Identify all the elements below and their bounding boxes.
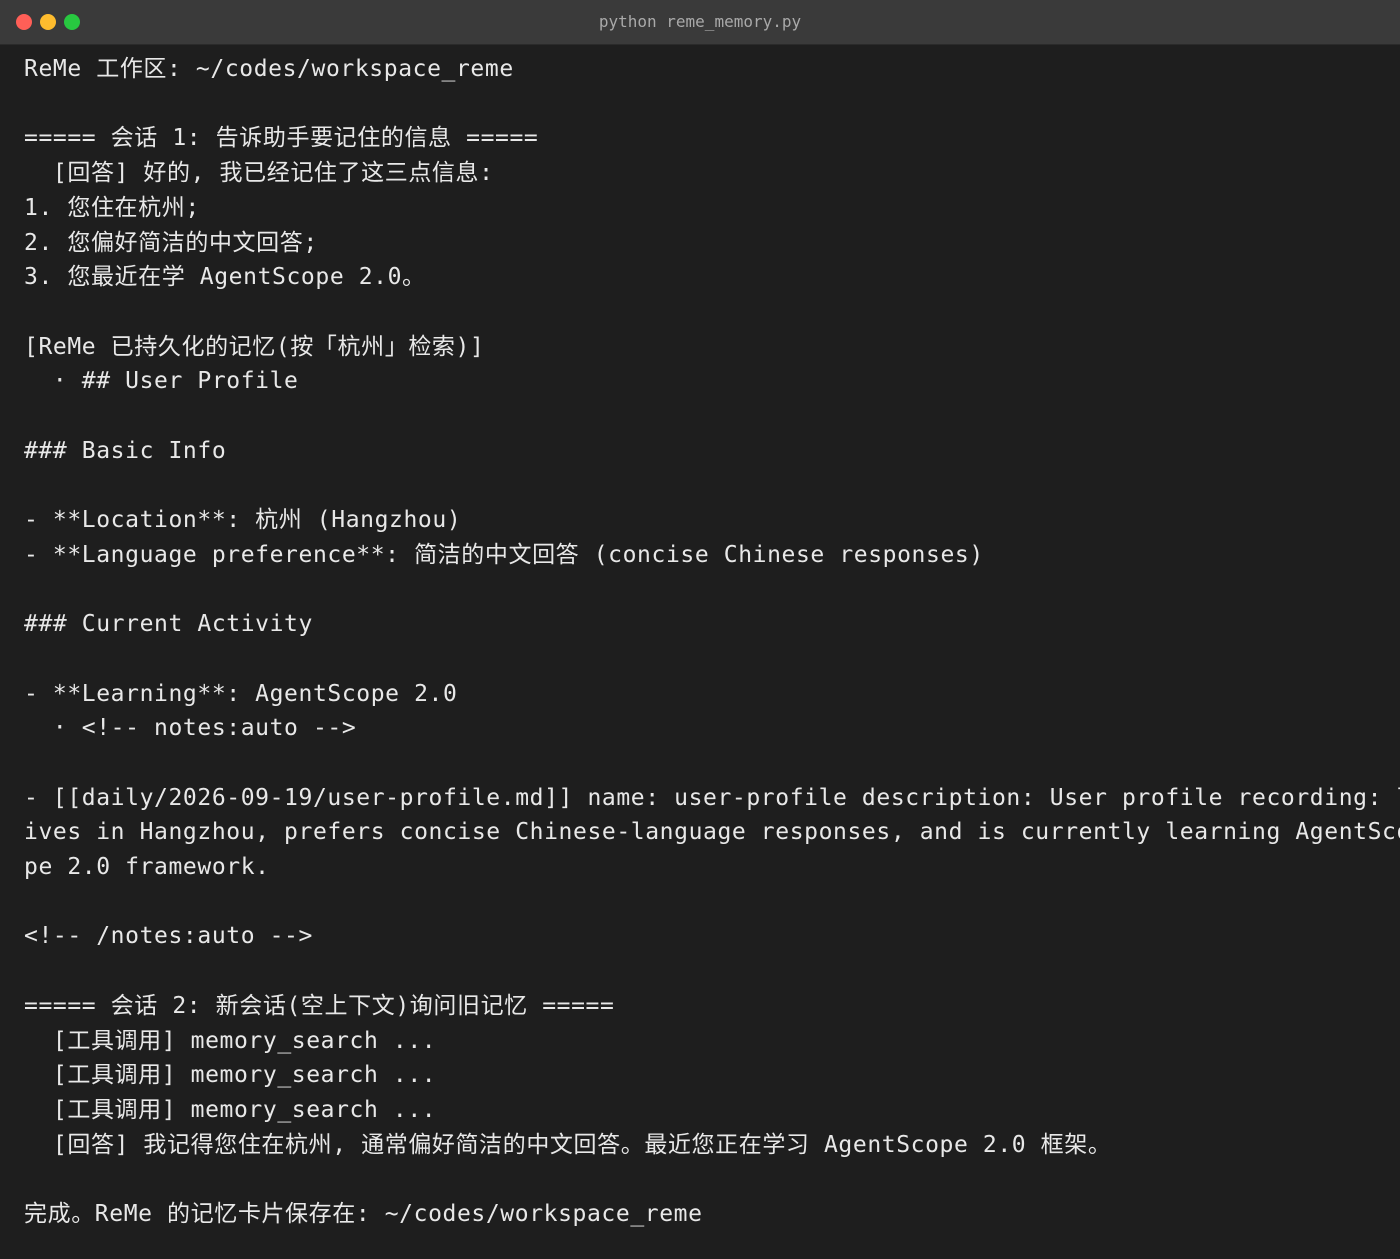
terminal-line: 3. 您最近在学 AgentScope 2.0。 (24, 264, 426, 291)
terminal-line: [工具调用] memory_search ... (24, 1062, 437, 1089)
terminal-line: · <!-- notes:auto --> (24, 715, 357, 742)
terminal-line: 2. 您偏好简洁的中文回答; (24, 229, 318, 256)
terminal-line: ===== 会话 1: 告诉助手要记住的信息 ===== (24, 125, 539, 152)
window-title: python reme_memory.py (598, 12, 802, 31)
terminal-line: [工具调用] memory_search ... (24, 1096, 437, 1123)
terminal-line: 1. 您住在杭州; (24, 194, 200, 221)
terminal-line: <!-- /notes:auto --> (24, 923, 313, 950)
terminal-line: - **Language preference**: 简洁的中文回答 (conc… (24, 541, 984, 568)
terminal-line: · ## User Profile (24, 368, 299, 395)
terminal-line: [ReMe 已持久化的记忆(按「杭州」检索)] (24, 333, 485, 360)
terminal-line: pe 2.0 framework. (24, 854, 270, 881)
terminal-line: [回答] 我记得您住在杭州, 通常偏好简洁的中文回答。最近您正在学习 Agent… (24, 1131, 1112, 1158)
terminal-line: - [[daily/2026-09-19/user-profile.md]] n… (24, 784, 1400, 811)
terminal-line: [回答] 好的, 我已经记住了这三点信息: (24, 160, 494, 187)
terminal-line: 完成。ReMe 的记忆卡片保存在: ~/codes/workspace_reme (24, 1201, 703, 1228)
title-bar: python reme_memory.py (0, 0, 1400, 45)
terminal-line: ives in Hangzhou, prefers concise Chines… (24, 819, 1400, 846)
terminal-line: - **Learning**: AgentScope 2.0 (24, 680, 458, 707)
terminal-line: [工具调用] memory_search ... (24, 1027, 437, 1054)
terminal-line: ReMe 工作区: ~/codes/workspace_reme (24, 56, 514, 82)
terminal-line: - **Location**: 杭州 (Hangzhou) (24, 507, 462, 534)
terminal-line: ### Current Activity (24, 611, 313, 638)
terminal-line: ### Basic Info (24, 437, 227, 464)
terminal-window: python reme_memory.py ReMe 工作区: ~/codes/… (0, 0, 1400, 1259)
terminal-line: ===== 会话 2: 新会话(空上下文)询问旧记忆 ===== (24, 992, 615, 1019)
terminal-output[interactable]: ReMe 工作区: ~/codes/workspace_reme ===== 会… (24, 52, 1400, 1232)
